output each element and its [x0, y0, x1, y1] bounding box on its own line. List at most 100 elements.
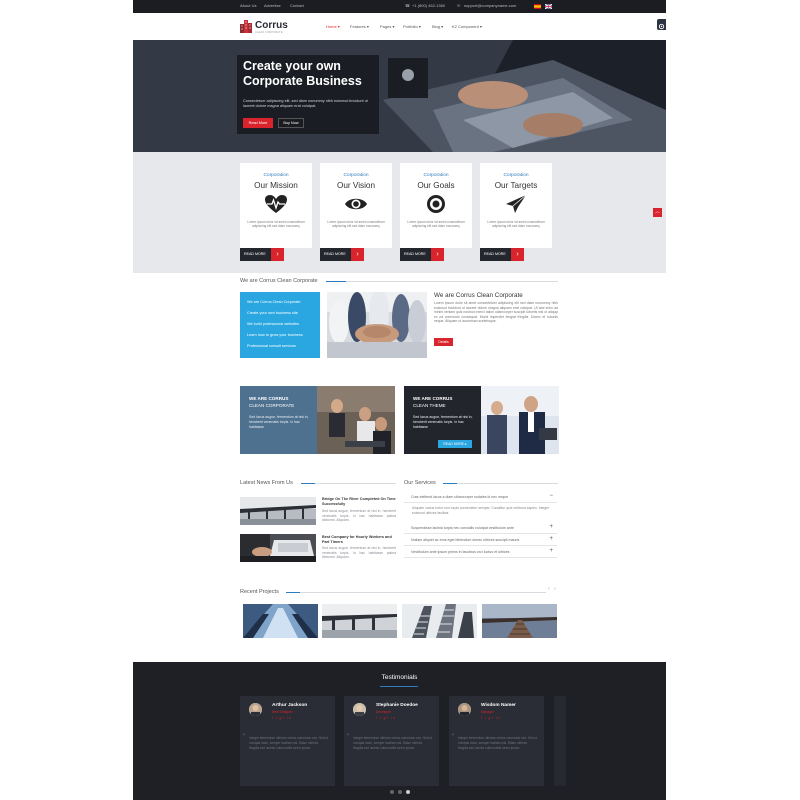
list-item[interactable]: We are Corrus Clean Corporate: [247, 300, 301, 304]
card-read-more-button[interactable]: READ MORE ›: [400, 248, 444, 261]
avatar: [458, 703, 471, 716]
testimonials-section: Testimonials Arthur Jackson Web Designer…: [133, 662, 666, 800]
hero-buy-now-button[interactable]: Buy Now: [278, 118, 304, 128]
arrow-right-icon: ›: [351, 248, 364, 261]
card-kicker: Corporation: [263, 173, 289, 178]
topbar-email[interactable]: support@companyname.com: [464, 3, 516, 8]
section-divider-accent: [443, 483, 457, 484]
quote-icon: “: [452, 734, 454, 740]
project-thumbnail[interactable]: [482, 604, 557, 638]
hero-read-more-button[interactable]: Read More: [243, 118, 273, 128]
accordion-question: Vestibulum ante ipsum primis in faucibus…: [411, 550, 510, 554]
nav-home[interactable]: Home ▾: [326, 24, 340, 29]
style-switcher-button[interactable]: [657, 19, 666, 30]
chevron-up-icon[interactable]: ︿: [653, 208, 662, 217]
promo-subheading: CLEAN CORPORATE: [249, 403, 295, 408]
card-text: Lorem ipsum dolor sit amet consectetuer …: [327, 220, 385, 229]
list-item[interactable]: We build professional websites: [247, 322, 299, 326]
chevron-down-icon: ▾: [337, 24, 340, 29]
about-details-button[interactable]: Details: [434, 338, 453, 346]
card-kicker: Corporation: [423, 173, 449, 178]
social-icons[interactable]: f t g+ in: [272, 716, 292, 720]
about-section-title: We are Corrus Clean Corporate: [240, 278, 318, 284]
news-title[interactable]: Bridge On The River Completed On Time Su…: [322, 497, 396, 507]
accordion-item-open[interactable]: Cras eleifend lacus a diam ullamcorper s…: [404, 492, 557, 503]
about-feature-list: We are Corrus Clean Corporate Create you…: [240, 292, 320, 358]
list-item[interactable]: Professional consult services: [247, 344, 296, 348]
plus-icon: +: [549, 524, 553, 530]
card-read-more-button[interactable]: READ MORE ›: [480, 248, 524, 261]
card-read-more-button[interactable]: READ MORE ›: [320, 248, 364, 261]
promo-clean-theme: WE ARE CORRUS CLEAN THEME Sed lacus augu…: [404, 386, 559, 454]
carousel-prev-icon[interactable]: ‹: [548, 586, 550, 592]
plus-icon: +: [549, 548, 553, 554]
card-our-vision: Corporation Our Vision Lorem ipsum dolor…: [320, 163, 392, 248]
card-our-mission: Corporation Our Mission Lorem ipsum dolo…: [240, 163, 312, 248]
testimonial-card: Arthur Jackson Web Designer f t g+ in “ …: [240, 696, 335, 786]
arrow-right-icon: ›: [511, 248, 524, 261]
topbar-link-contact[interactable]: Contact: [290, 3, 304, 8]
section-divider: [301, 483, 396, 484]
hero-background-image: [133, 40, 666, 152]
project-thumbnail[interactable]: [402, 604, 477, 638]
topbar-link-advertise[interactable]: Advertise: [264, 3, 281, 8]
project-thumbnail[interactable]: [322, 604, 397, 638]
accordion-answer: Aliquam varius tortor non turpis consect…: [412, 506, 550, 515]
testimonial-quote: Integer fermentum ultricies metus commod…: [353, 736, 433, 750]
card-kicker: Corporation: [343, 173, 369, 178]
accordion-item[interactable]: Suspendisse lacinia turpis nec convallis…: [404, 523, 557, 534]
news-laptop-image[interactable]: [240, 534, 316, 562]
hero-title: Create your own Corporate Business: [243, 59, 362, 88]
accordion-item[interactable]: Vestibulum ante ipsum primis in faucibus…: [404, 547, 557, 558]
carousel-dot[interactable]: [398, 790, 402, 794]
project-thumbnail[interactable]: [243, 604, 318, 638]
about-heading: We are Corrus Clean Corporate: [434, 292, 523, 299]
carousel-dot-active[interactable]: [406, 790, 410, 794]
logo-tagline: CLEAN CORPORATE: [255, 31, 283, 34]
target-icon: [427, 195, 445, 213]
news-title[interactable]: Best Company for Hourly Workers and Part…: [322, 535, 396, 545]
minus-icon: −: [549, 493, 553, 499]
topbar-link-about[interactable]: About Us: [240, 3, 256, 8]
card-read-more-button[interactable]: READ MORE ›: [240, 248, 284, 261]
promo-read-more-button[interactable]: READ MORE ▸: [438, 440, 472, 448]
testimonial-name: Stephanie Doedoe: [376, 703, 418, 708]
chevron-down-icon: ▾: [366, 24, 369, 29]
heartbeat-icon: [265, 195, 287, 213]
carousel-dot[interactable]: [390, 790, 394, 794]
testimonials-title: Testimonials: [381, 674, 418, 681]
list-item[interactable]: Create your own business site: [247, 311, 298, 315]
card-text: Lorem ipsum dolor sit amet consectetuer …: [487, 220, 545, 229]
card-our-targets: Corporation Our Targets Lorem ipsum dolo…: [480, 163, 552, 248]
nav-portfolio[interactable]: Portfolio ▾: [403, 24, 421, 29]
section-divider-accent: [326, 281, 346, 282]
flag-icon-uk[interactable]: [545, 4, 552, 9]
project-bridge-image: [322, 604, 397, 638]
social-icons[interactable]: f t g+ in: [481, 716, 501, 720]
projects-section-title: Recent Projects: [240, 589, 279, 595]
section-divider: [443, 483, 558, 484]
website-page: About Us Advertise Contact ☎ +1 (800) 45…: [133, 0, 666, 800]
flag-icon-es[interactable]: [534, 4, 541, 9]
logo-text[interactable]: Corrus: [255, 20, 288, 31]
chevron-down-icon: ▾: [479, 24, 482, 29]
browser-canvas: About Us Advertise Contact ☎ +1 (800) 45…: [0, 0, 800, 800]
promo-clean-corporate: WE ARE CORRUS CLEAN CORPORATE Sed lacus …: [240, 386, 395, 454]
nav-features[interactable]: Features ▾: [350, 24, 369, 29]
hero-banner: Create your own Corporate Business Conse…: [133, 40, 666, 152]
carousel-next-icon[interactable]: ›: [554, 586, 556, 592]
nav-pages[interactable]: Pages ▾: [380, 24, 394, 29]
nav-k2-component[interactable]: K2 Component ▾: [452, 24, 482, 29]
social-icons[interactable]: f t g+ in: [376, 716, 396, 720]
list-item[interactable]: Learn how to grow your business: [247, 333, 303, 337]
testimonial-quote: Integer fermentum ultricies metus commod…: [249, 736, 329, 750]
accordion-item[interactable]: Nullam aliquet ac eros eget bibendum don…: [404, 535, 557, 546]
news-bridge-image[interactable]: [240, 497, 316, 525]
card-title: Our Mission: [254, 181, 298, 190]
top-bar: About Us Advertise Contact ☎ +1 (800) 45…: [133, 0, 666, 13]
testimonial-role: Web Designer: [272, 710, 293, 714]
logo-buildings-icon[interactable]: [240, 19, 252, 33]
nav-blog[interactable]: Blog ▾: [432, 24, 443, 29]
news-excerpt: Sed lacus augue, fermentum at nisi in, h…: [322, 546, 396, 560]
meeting-photo: [317, 386, 395, 454]
